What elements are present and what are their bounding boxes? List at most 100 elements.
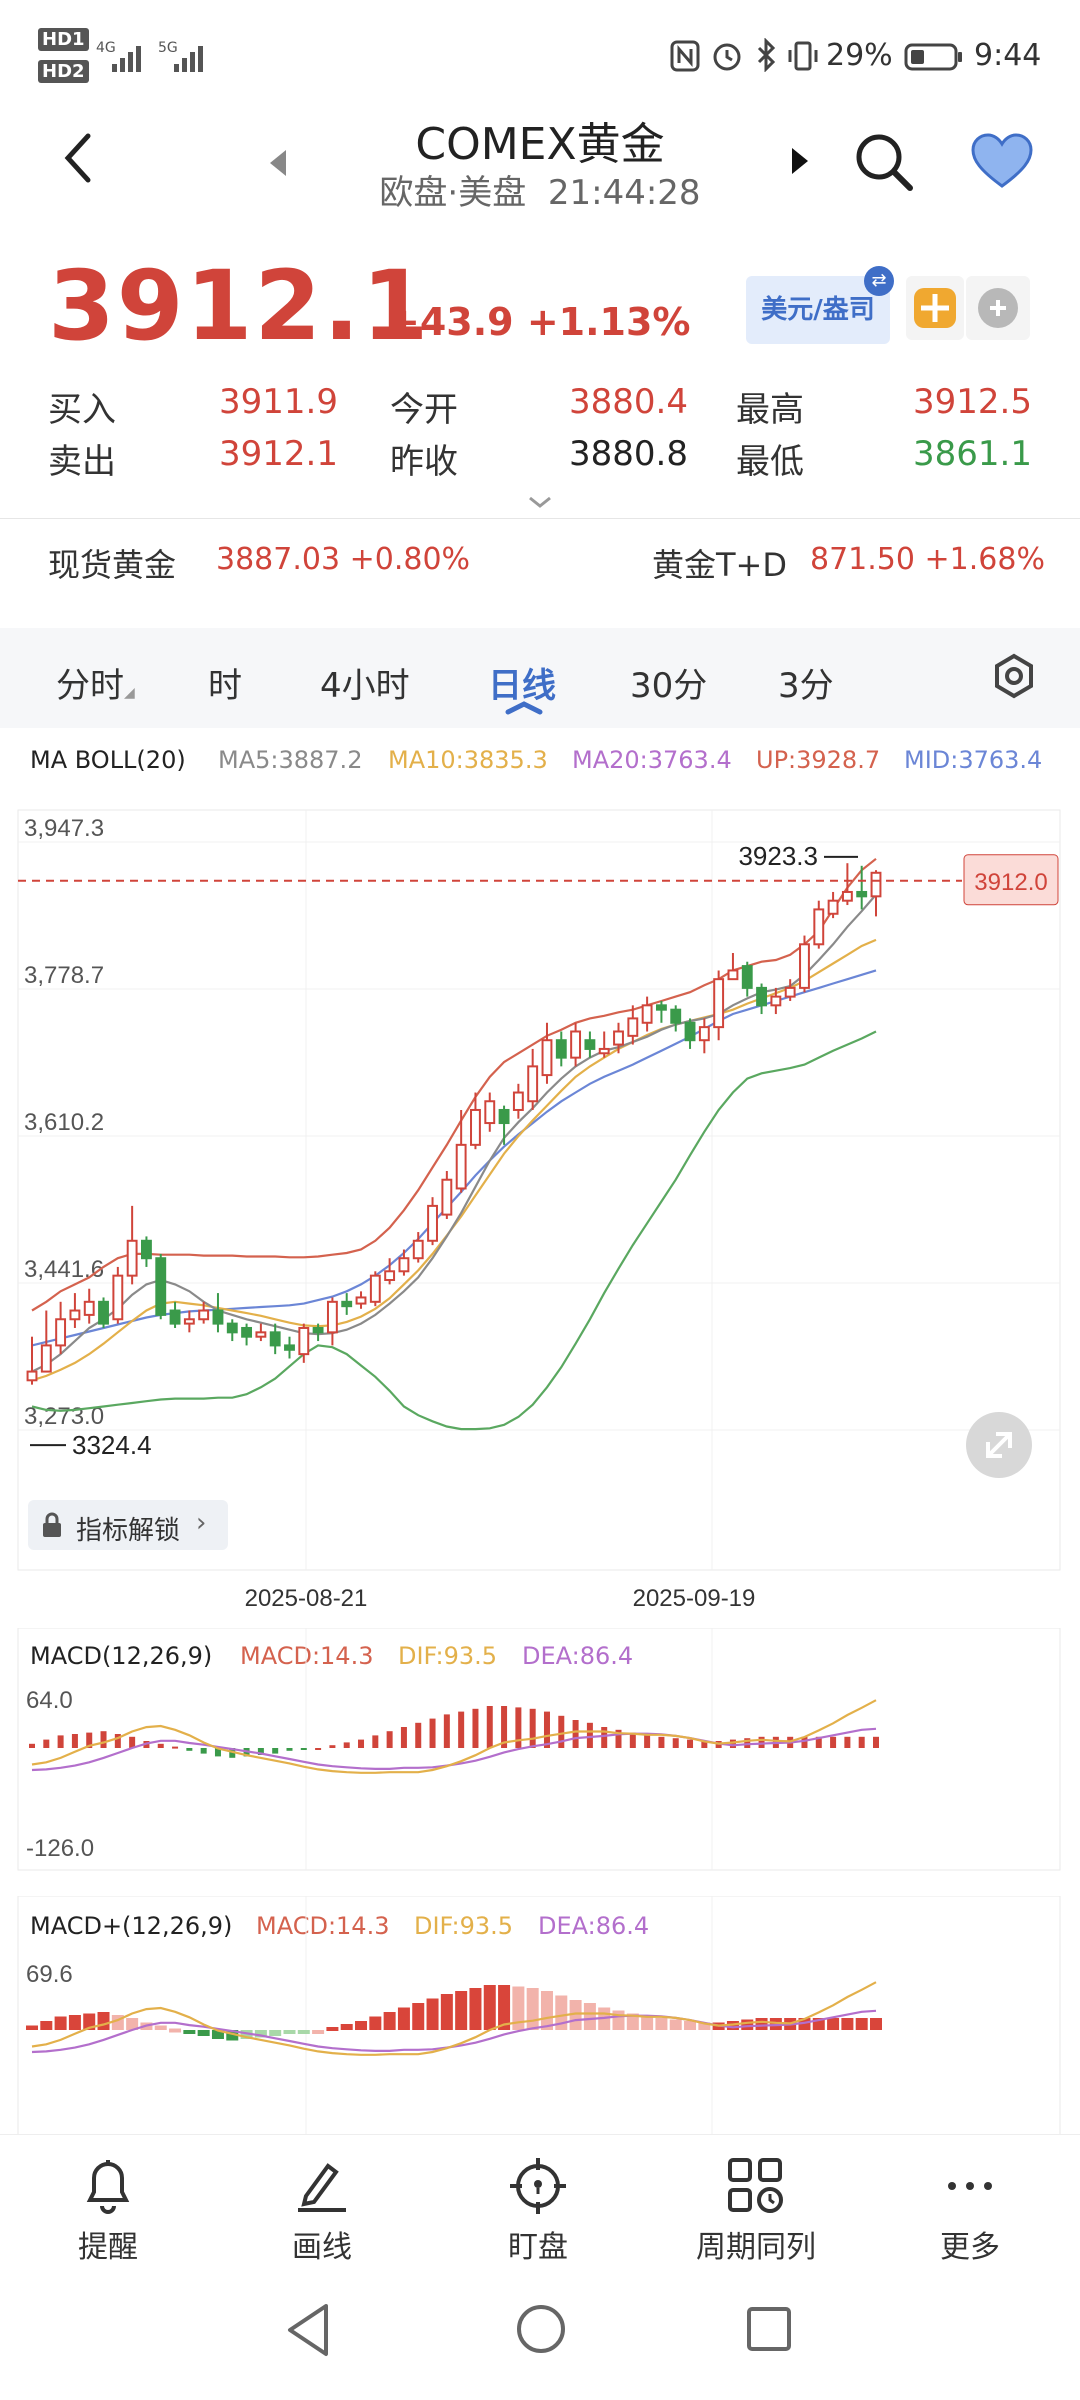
boll-indicator-name[interactable]: MA BOLL(20) (30, 746, 186, 774)
macd-plus-bar (855, 2018, 868, 2030)
macd-bar (157, 1743, 164, 1748)
system-home-icon[interactable] (514, 2302, 568, 2356)
candle (613, 1030, 624, 1046)
chart-settings-button[interactable] (990, 652, 1038, 704)
macd-bar (586, 1722, 593, 1748)
tab-hour[interactable]: 时 (208, 658, 242, 707)
battery-percent: 29% (826, 38, 893, 73)
quote-grid: 买入 3911.9 今开 3880.4 最高 3912.5 卖出 3912.1 … (48, 382, 1032, 492)
calculator-icon (978, 288, 1018, 328)
boll-up-value: UP:3928.7 (756, 746, 881, 774)
hd1-label: HD1 (38, 28, 89, 51)
tab-intraday[interactable]: 分时◢ (56, 658, 135, 707)
battery-icon (904, 42, 964, 76)
candle (169, 1309, 181, 1325)
macd-bar (300, 1748, 307, 1750)
macd-bar (729, 1739, 736, 1748)
macd-bar (543, 1711, 550, 1748)
candle (112, 1274, 124, 1321)
macd-plus-bar (455, 1991, 468, 2030)
candle (655, 1004, 667, 1011)
macd-plus-bar (827, 2018, 840, 2030)
y-tick-label: 3,947.3 (24, 815, 104, 842)
macd-plus-bar (169, 2028, 182, 2033)
candle (198, 1309, 210, 1321)
candle (684, 1021, 696, 1042)
macd-plus-bar (526, 1988, 539, 2030)
min-label: 3324.4 (72, 1430, 152, 1460)
favorite-button[interactable] (970, 132, 1034, 194)
macd-plus-bar (583, 2003, 596, 2030)
trade-icon (914, 288, 956, 328)
macd-bar (844, 1736, 851, 1748)
macd-bar (372, 1735, 379, 1748)
candle (741, 965, 753, 989)
next-instrument-button[interactable] (788, 146, 812, 180)
candle (355, 1296, 367, 1305)
macd-bar (601, 1727, 608, 1748)
macd-bar (515, 1707, 522, 1748)
indicator-unlock-button[interactable]: 指标解锁 › (28, 1500, 228, 1550)
candle (98, 1300, 109, 1325)
bluetooth-icon (754, 37, 778, 76)
candle (69, 1309, 81, 1321)
calculator-icon-button[interactable] (966, 276, 1030, 340)
macd-bar (43, 1739, 50, 1748)
macd-bar (100, 1731, 107, 1748)
macd-bar (572, 1720, 579, 1748)
candle (713, 978, 725, 1029)
x-tick-label: 2025-08-21 (245, 1585, 368, 1612)
nav-alert-label: 提醒 (78, 2230, 138, 2265)
nav-watch[interactable]: 盯盘 (468, 2156, 608, 2266)
macd-plus-bar (669, 2019, 682, 2030)
candle (527, 1065, 539, 1103)
search-icon (856, 134, 913, 191)
candle (298, 1326, 310, 1356)
candle (555, 1039, 567, 1059)
candle (312, 1326, 324, 1334)
macd-bar (386, 1731, 393, 1748)
macd-bar (672, 1738, 679, 1748)
candle (126, 1239, 138, 1277)
candle (55, 1318, 67, 1347)
macd-plus-bar (197, 2030, 210, 2036)
candle (570, 1030, 582, 1059)
system-back-icon[interactable] (282, 2300, 334, 2360)
tab-30min[interactable]: 30分 (630, 658, 707, 707)
macd-plus-bar (412, 2003, 425, 2030)
macd-plus-bar (340, 2024, 353, 2030)
nav-multi-period[interactable]: 周期同列 (676, 2156, 836, 2266)
macd-plus-bar (68, 2015, 81, 2030)
candle (269, 1331, 281, 1347)
gold-td-label[interactable]: 黄金T+D (652, 540, 787, 586)
search-button[interactable] (852, 130, 916, 198)
chart-frame (17, 809, 1061, 1571)
macd-plus-bar (97, 2012, 110, 2030)
candle (770, 995, 782, 1007)
fullscreen-button[interactable] (966, 1412, 1032, 1478)
macd-plus-bar (655, 2018, 668, 2030)
spot-gold-value[interactable]: 3887.03 +0.80% (216, 542, 470, 577)
nav-draw[interactable]: 画线 (252, 2156, 392, 2266)
system-recents-icon[interactable] (744, 2304, 796, 2356)
bid-label: 买入 (48, 390, 116, 430)
macd-bar (71, 1734, 78, 1748)
boll-lower-line (31, 1030, 877, 1431)
tab-4hour[interactable]: 4小时 (320, 658, 410, 707)
nav-alert[interactable]: 提醒 (38, 2156, 178, 2266)
expand-quote-button[interactable] (526, 494, 554, 514)
candle (784, 986, 796, 998)
macd-plus-chart[interactable]: 69.6 (0, 1896, 1080, 2136)
macd-plus-bar (269, 2030, 282, 2036)
swap-icon: ⇄ (864, 266, 894, 296)
tab-3min[interactable]: 3分 (778, 658, 834, 707)
macd-plus-bar (755, 2018, 768, 2030)
trade-icon-button[interactable] (906, 276, 964, 340)
candlestick-chart[interactable]: 3,947.33,778.73,610.23,441.63,273.02025-… (0, 780, 1080, 1620)
macd-chart[interactable]: 64.0 -126.0 (0, 1628, 1080, 1872)
macd-bar (186, 1748, 193, 1751)
spot-gold-label[interactable]: 现货黄金 (48, 540, 176, 586)
macd-bar (429, 1718, 436, 1748)
gold-td-value[interactable]: 871.50 +1.68% (810, 542, 1045, 577)
nav-more[interactable]: 更多 (900, 2156, 1040, 2266)
